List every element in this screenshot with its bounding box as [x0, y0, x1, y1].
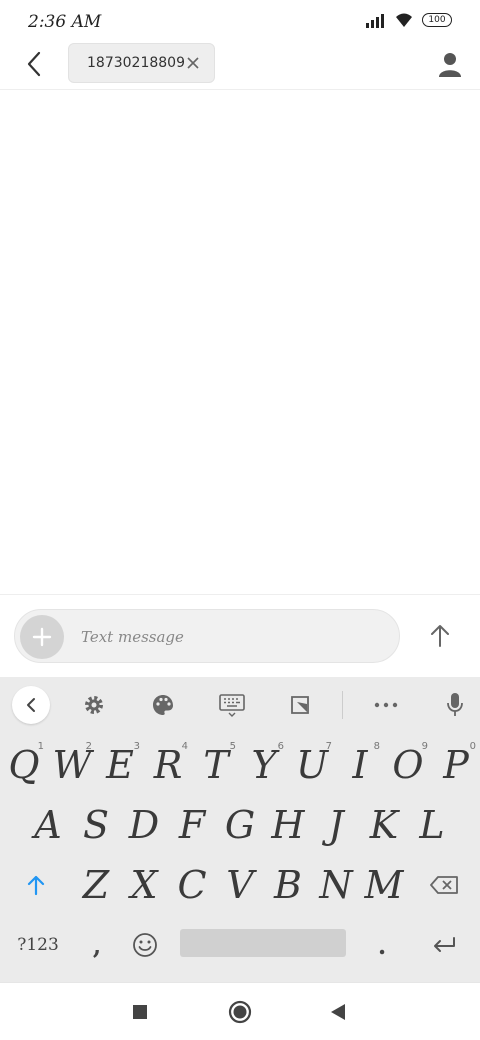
key-s[interactable]: S: [72, 797, 120, 853]
circle-icon: [228, 1000, 252, 1024]
system-nav-bar: [0, 982, 480, 1040]
theme-button[interactable]: [145, 687, 181, 723]
keyboard: Q1 W2 E3 R4 T5 Y6 U7 I8 O9 P0 A S D F G …: [0, 677, 480, 982]
one-handed-mode-button[interactable]: [282, 687, 318, 723]
key-row-4: ?123 , .: [0, 917, 480, 973]
shift-key[interactable]: [0, 857, 72, 913]
status-time: 2:36 AM: [28, 12, 102, 32]
key-w[interactable]: W2: [48, 737, 96, 793]
signal-icon: [366, 12, 386, 28]
send-button[interactable]: [424, 620, 456, 652]
keyboard-icon: [219, 694, 245, 717]
key-row-3: Z X C V B N M: [0, 857, 480, 913]
toolbar-divider: [342, 691, 343, 719]
key-g[interactable]: G: [216, 797, 264, 853]
key-row-1: Q1 W2 E3 R4 T5 Y6 U7 I8 O9 P0: [0, 737, 480, 793]
recents-button[interactable]: [128, 1000, 152, 1024]
key-q[interactable]: Q1: [0, 737, 48, 793]
space-key[interactable]: [180, 929, 346, 957]
status-bar: 2:36 AM 100: [0, 0, 480, 40]
triangle-back-icon: [331, 1004, 345, 1020]
key-row-2: A S D F G H J K L: [0, 797, 480, 853]
recipient-chip[interactable]: 18730218809: [68, 43, 215, 83]
voice-input-button[interactable]: [437, 687, 473, 723]
one-handed-icon: [291, 696, 309, 714]
wifi-icon: [396, 13, 412, 27]
key-n[interactable]: N: [312, 857, 360, 913]
smiley-icon: [133, 933, 157, 957]
key-b[interactable]: B: [264, 857, 312, 913]
key-f[interactable]: F: [168, 797, 216, 853]
status-icons: 100: [366, 12, 452, 28]
keyboard-toolbar: [0, 677, 480, 733]
key-k[interactable]: K: [360, 797, 408, 853]
chevron-left-icon: [27, 698, 35, 712]
conversation-header: 18730218809: [0, 40, 480, 90]
key-r[interactable]: R4: [144, 737, 192, 793]
compose-field: [14, 609, 400, 663]
symbols-key[interactable]: ?123: [0, 917, 76, 973]
period-key[interactable]: .: [360, 917, 404, 973]
key-v[interactable]: V: [216, 857, 264, 913]
contact-icon[interactable]: [436, 50, 464, 78]
back-nav-button[interactable]: [326, 1000, 350, 1024]
back-button[interactable]: [18, 48, 50, 80]
enter-key[interactable]: [408, 917, 480, 973]
compose-bar: [0, 596, 480, 676]
key-c[interactable]: C: [168, 857, 216, 913]
arrow-up-icon: [431, 625, 449, 647]
palette-icon: [153, 695, 173, 715]
key-m[interactable]: M: [360, 857, 408, 913]
message-thread[interactable]: [0, 91, 480, 595]
microphone-icon: [447, 693, 463, 716]
more-horizontal-icon: [374, 702, 398, 708]
key-e[interactable]: E3: [96, 737, 144, 793]
key-i[interactable]: I8: [336, 737, 384, 793]
key-u[interactable]: U7: [288, 737, 336, 793]
key-l[interactable]: L: [408, 797, 456, 853]
comma-key[interactable]: ,: [76, 917, 118, 973]
keyboard-layout-button[interactable]: [214, 687, 250, 723]
home-button[interactable]: [228, 1000, 252, 1024]
add-attachment-button[interactable]: [20, 615, 64, 659]
enter-icon: [434, 937, 455, 952]
key-a[interactable]: A: [24, 797, 72, 853]
key-z[interactable]: Z: [72, 857, 120, 913]
key-j[interactable]: J: [312, 797, 360, 853]
square-icon: [133, 1005, 147, 1019]
key-h[interactable]: H: [264, 797, 312, 853]
key-x[interactable]: X: [120, 857, 168, 913]
shift-arrow-icon: [27, 875, 45, 896]
key-d[interactable]: D: [120, 797, 168, 853]
gear-icon: [85, 696, 103, 714]
emoji-key[interactable]: [122, 917, 168, 973]
backspace-icon: [430, 876, 458, 894]
key-p[interactable]: P0: [432, 737, 480, 793]
chevron-left-icon: [27, 51, 41, 77]
close-icon[interactable]: [186, 56, 200, 70]
collapse-toolbar-button[interactable]: [12, 686, 50, 724]
plus-icon: [32, 627, 52, 647]
settings-button[interactable]: [76, 687, 112, 723]
battery-level: 100: [428, 15, 446, 25]
battery-indicator: 100: [422, 13, 452, 27]
backspace-key[interactable]: [408, 857, 480, 913]
key-y[interactable]: Y6: [240, 737, 288, 793]
more-options-button[interactable]: [368, 687, 404, 723]
key-o[interactable]: O9: [384, 737, 432, 793]
message-input[interactable]: [81, 622, 381, 652]
key-t[interactable]: T5: [192, 737, 240, 793]
recipient-number: 18730218809: [87, 55, 185, 71]
